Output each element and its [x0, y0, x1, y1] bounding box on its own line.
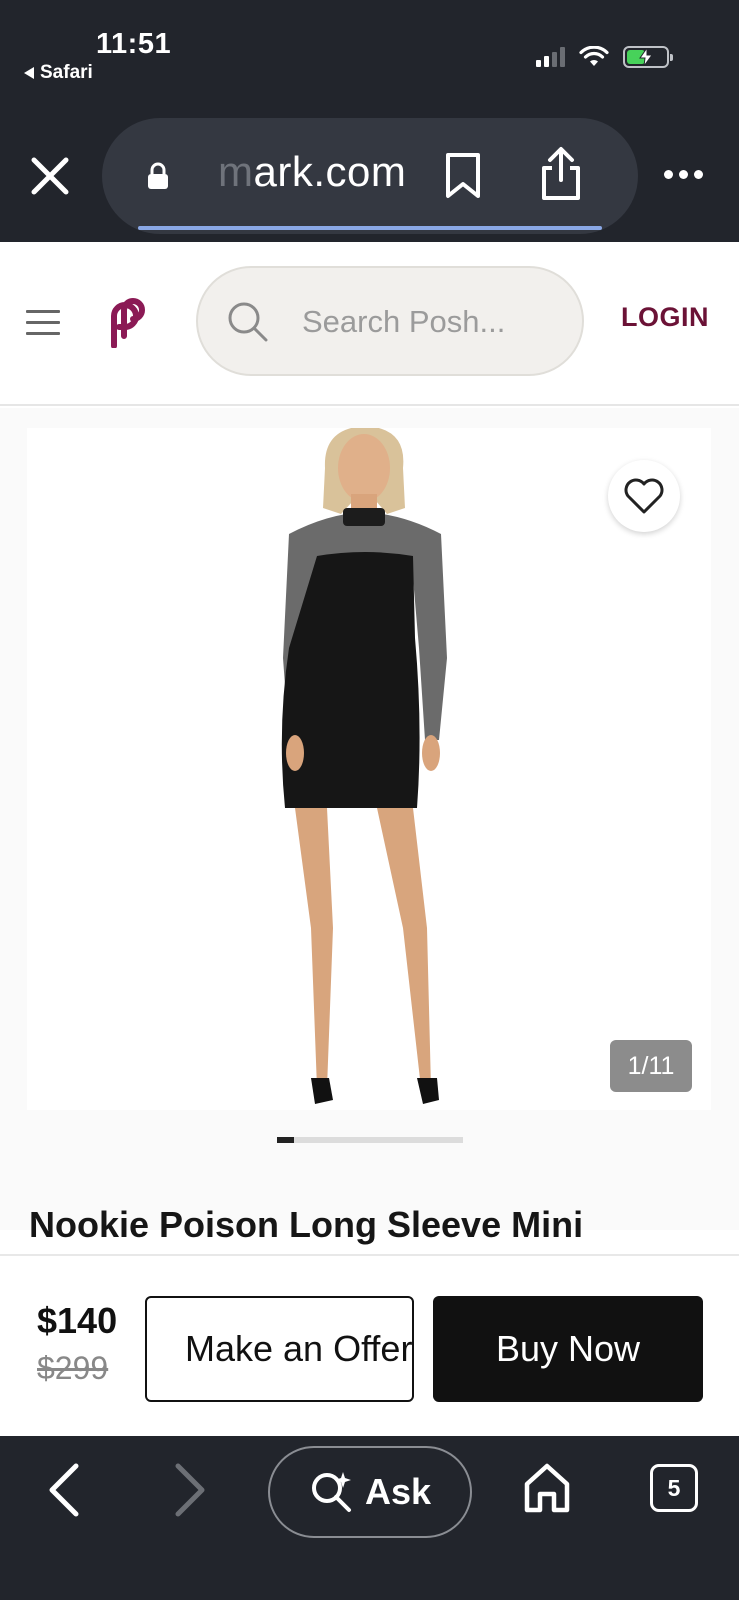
- product-title: Nookie Poison Long Sleeve Mini: [29, 1204, 584, 1245]
- signal-icon: [536, 47, 565, 67]
- home-icon[interactable]: [522, 1462, 572, 1514]
- browser-bottom-bar: Ask 5: [0, 1436, 739, 1600]
- dress-photo: [281, 428, 447, 1104]
- gallery-progress-fill: [277, 1137, 294, 1143]
- tabs-button[interactable]: 5: [650, 1464, 698, 1512]
- original-price: $299: [37, 1350, 109, 1386]
- status-icons: [536, 46, 673, 68]
- product-image[interactable]: [27, 428, 711, 1110]
- back-icon[interactable]: [44, 1462, 84, 1518]
- make-offer-button[interactable]: Make an Offer: [145, 1296, 414, 1402]
- battery-icon: [623, 46, 673, 68]
- page-load-underline: [138, 226, 602, 230]
- poshmark-logo[interactable]: [102, 296, 150, 348]
- close-icon[interactable]: [28, 154, 72, 198]
- menu-icon[interactable]: [26, 310, 60, 343]
- search-icon: [228, 302, 268, 342]
- share-icon[interactable]: [538, 146, 584, 202]
- back-triangle-icon: [24, 67, 34, 79]
- buy-now-button[interactable]: Buy Now: [433, 1296, 703, 1402]
- search-input[interactable]: Search Posh...: [196, 266, 584, 376]
- like-button[interactable]: [608, 460, 680, 532]
- image-counter: 1/11: [610, 1040, 692, 1092]
- site-header: Search Posh... LOGIN: [0, 242, 739, 406]
- forward-icon[interactable]: [170, 1462, 210, 1518]
- back-app-label: Safari: [40, 62, 93, 83]
- more-options-icon[interactable]: [664, 170, 703, 179]
- back-to-app[interactable]: Safari: [24, 62, 93, 84]
- browser-top-bar: 11:51 Safari mark.com: [0, 0, 739, 242]
- purchase-bar: $140 $299 Make an Offer Buy Now: [0, 1254, 739, 1436]
- sparkle-search-icon: [311, 1472, 351, 1512]
- wifi-icon: [579, 46, 609, 66]
- bookmark-icon[interactable]: [444, 152, 482, 200]
- login-link[interactable]: LOGIN: [621, 302, 709, 333]
- lock-icon: [148, 162, 168, 189]
- url-text: mark.com: [218, 148, 407, 195]
- make-offer-label: Make an Offer: [185, 1328, 413, 1369]
- search-placeholder: Search Posh...: [302, 304, 506, 339]
- gallery-progress: [277, 1137, 463, 1143]
- ask-label: Ask: [364, 1471, 432, 1512]
- price: $140: [37, 1300, 118, 1341]
- ask-button[interactable]: Ask: [268, 1446, 472, 1538]
- status-time: 11:51: [96, 28, 172, 60]
- address-bar[interactable]: mark.com: [102, 118, 638, 234]
- heart-icon: [624, 478, 664, 514]
